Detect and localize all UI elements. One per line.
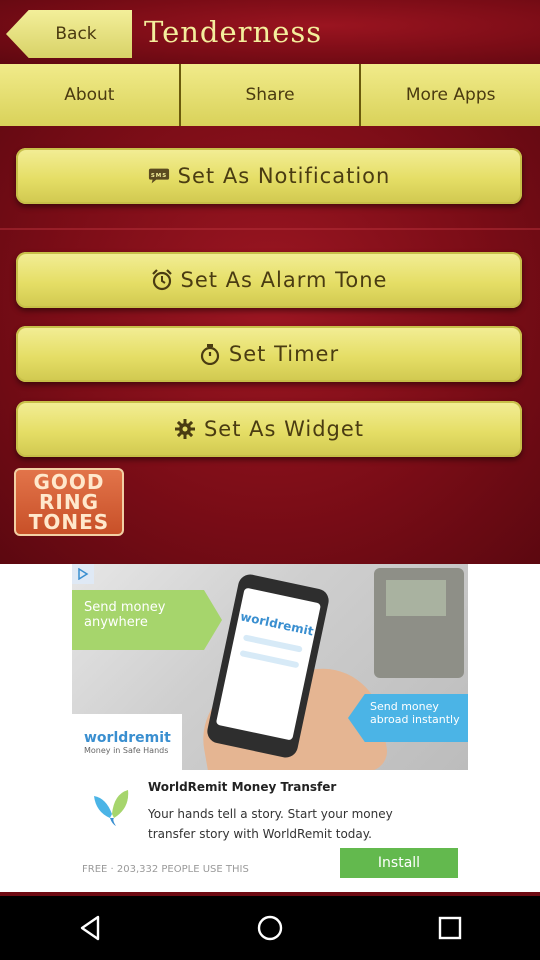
set-notification-label: Set As Notification bbox=[177, 164, 391, 188]
nav-home-button[interactable] bbox=[240, 898, 300, 958]
set-notification-button[interactable]: SMS Set As Notification bbox=[16, 148, 522, 204]
sms-icon: SMS bbox=[148, 165, 170, 187]
set-alarm-tone-label: Set As Alarm Tone bbox=[180, 268, 388, 292]
back-triangle-icon bbox=[80, 915, 100, 941]
tab-bar: About Share More Apps bbox=[0, 64, 540, 126]
ad-choices-icon[interactable] bbox=[72, 564, 94, 584]
card-reader-image bbox=[374, 568, 464, 678]
worldremit-wing-icon bbox=[90, 788, 134, 828]
phone-screen-bar bbox=[239, 649, 300, 669]
back-button[interactable]: Back bbox=[6, 10, 132, 58]
nav-back-button[interactable] bbox=[60, 898, 120, 958]
nav-recents-button[interactable] bbox=[420, 898, 480, 958]
logo-line-1: GOOD bbox=[33, 470, 105, 494]
set-timer-button[interactable]: Set Timer bbox=[16, 326, 522, 382]
set-widget-button[interactable]: Set As Widget bbox=[16, 401, 522, 457]
phone-brand-text: worldremit bbox=[239, 609, 315, 639]
recents-square-icon bbox=[438, 916, 462, 940]
back-button-label: Back bbox=[55, 24, 97, 44]
tab-more-apps[interactable]: More Apps bbox=[361, 64, 540, 126]
tab-more-apps-label: More Apps bbox=[405, 85, 496, 105]
section-divider bbox=[0, 228, 540, 230]
install-button[interactable]: Install bbox=[340, 848, 458, 878]
page-title: Tenderness bbox=[144, 15, 323, 49]
tab-about-label: About bbox=[64, 85, 115, 105]
ad-description: Your hands tell a story. Start your mone… bbox=[148, 807, 393, 841]
good-ringtones-logo[interactable]: GOOD RING TONES bbox=[14, 468, 124, 536]
ad-meta: FREE · 203,332 PEOPLE USE THIS bbox=[82, 864, 249, 875]
gear-icon bbox=[174, 418, 196, 440]
worldremit-logo-text: worldremit bbox=[84, 729, 171, 746]
logo-line-3: TONES bbox=[28, 510, 110, 534]
card-reader-screen bbox=[386, 580, 446, 616]
ad-title[interactable]: WorldRemit Money Transfer bbox=[148, 780, 336, 794]
logo-line-2: RING bbox=[39, 490, 99, 514]
home-circle-icon bbox=[257, 915, 283, 941]
ad-banner[interactable]: worldremit Send money anywhere Send mone… bbox=[0, 564, 540, 892]
tab-share-label: Share bbox=[245, 85, 295, 105]
worldremit-tagline: Money in Safe Hands bbox=[84, 745, 169, 755]
header-bar: Back Tenderness bbox=[0, 0, 540, 64]
tab-share[interactable]: Share bbox=[180, 64, 360, 126]
ad-bubble-right: Send money abroad instantly bbox=[348, 694, 468, 742]
tab-about[interactable]: About bbox=[0, 64, 179, 126]
set-timer-label: Set Timer bbox=[228, 342, 340, 366]
ad-image[interactable]: worldremit Send money anywhere Send mone… bbox=[72, 564, 468, 770]
main-content: SMS Set As Notification Set As Alarm Ton… bbox=[0, 126, 540, 564]
worldremit-logo: worldremit Money in Safe Hands bbox=[72, 714, 182, 770]
svg-text:SMS: SMS bbox=[151, 173, 167, 179]
set-widget-label: Set As Widget bbox=[203, 417, 365, 441]
phone-screen-bar bbox=[242, 634, 303, 653]
ad-bubble-left: Send money anywhere bbox=[72, 590, 222, 650]
system-navbar bbox=[0, 896, 540, 960]
set-alarm-tone-button[interactable]: Set As Alarm Tone bbox=[16, 252, 522, 308]
stopwatch-icon bbox=[199, 343, 221, 365]
alarm-clock-icon bbox=[151, 269, 173, 291]
